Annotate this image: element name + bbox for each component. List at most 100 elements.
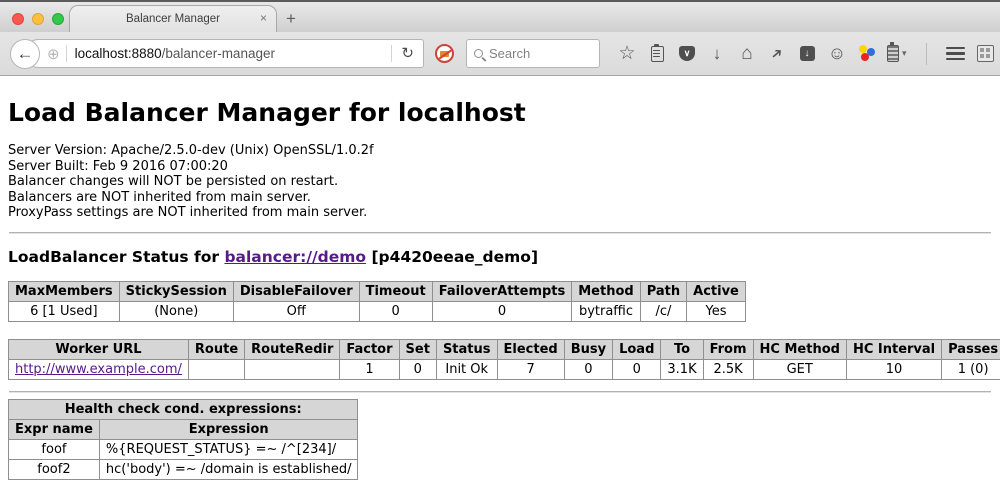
browser-window: Balancer Manager × + ← ⊕ localhost:8880/… [0, 0, 1000, 491]
table-header-row: Expr name Expression [9, 419, 358, 439]
feedback-smiley-icon[interactable]: ☺ [827, 43, 847, 65]
chevron-down-icon: ▾ [902, 48, 907, 59]
failoverattempts-value: 0 [432, 301, 572, 321]
expr-name-value: foof2 [9, 459, 100, 479]
pocket-icon[interactable]: ∨ [677, 43, 697, 65]
reading-list-icon[interactable] [647, 43, 667, 65]
to-value: 3.1K [661, 359, 703, 379]
balancer-settings-table: MaxMembers StickySession DisableFailover… [8, 281, 746, 322]
page-title: Load Balancer Manager for localhost [8, 98, 992, 127]
col-factor: Factor [340, 339, 399, 359]
set-value: 0 [399, 359, 436, 379]
browser-tab[interactable]: Balancer Manager × [69, 5, 277, 32]
col-status: Status [436, 339, 497, 359]
disablefailover-value: Off [233, 301, 359, 321]
active-value: Yes [687, 301, 746, 321]
col-method: Method [572, 281, 640, 301]
pocket-chevron-icon: ∨ [679, 46, 695, 61]
downloads-icon[interactable]: ↓ [707, 43, 727, 65]
col-expression: Expression [99, 419, 358, 439]
col-set: Set [399, 339, 436, 359]
col-maxmembers: MaxMembers [9, 281, 120, 301]
bookmark-star-icon[interactable]: ☆ [617, 43, 637, 65]
health-table-title: Health check cond. expressions: [9, 399, 358, 419]
search-bar[interactable] [466, 39, 600, 68]
tab-close-icon[interactable]: × [260, 12, 267, 24]
table-header-row: Worker URL Route RouteRedir Factor Set S… [9, 339, 1000, 359]
table-header-row: MaxMembers StickySession DisableFailover… [9, 281, 746, 301]
factor-value: 1 [340, 359, 399, 379]
addon-download-icon[interactable]: ↓ [797, 43, 817, 65]
search-icon [474, 49, 483, 58]
back-arrow-icon: ← [17, 44, 34, 64]
balancer-demo-link[interactable]: balancer://demo [224, 248, 366, 266]
routeredir-value [245, 359, 340, 379]
table-title-row: Health check cond. expressions: [9, 399, 358, 419]
table-row: 6 [1 Used] (None) Off 0 0 bytraffic /c/ … [9, 301, 746, 321]
server-info: Server Version: Apache/2.5.0-dev (Unix) … [8, 143, 992, 221]
col-elected: Elected [497, 339, 564, 359]
col-hc-method: HC Method [753, 339, 846, 359]
navigation-toolbar: ← ⊕ localhost:8880/balancer-manager ↻ ☆ … [0, 32, 1000, 76]
grid-icon [977, 45, 994, 62]
persist-notice-line: Balancer changes will NOT be persisted o… [8, 174, 992, 190]
elected-value: 7 [497, 359, 564, 379]
loadbalancer-status-heading: LoadBalancer Status for balancer://demo … [8, 248, 992, 266]
battery-extension-button[interactable]: ▾ [887, 45, 907, 62]
path-value: /c/ [640, 301, 686, 321]
worker-url-cell: http://www.example.com/ [9, 359, 189, 379]
timeout-value: 0 [359, 301, 432, 321]
hamburger-icon [946, 47, 965, 61]
col-worker-url: Worker URL [9, 339, 189, 359]
home-icon[interactable]: ⌂ [737, 43, 757, 65]
col-load: Load [613, 339, 661, 359]
url-bar-divider [66, 45, 67, 62]
menu-button[interactable] [946, 43, 966, 65]
window-controls [12, 13, 64, 25]
col-expr-name: Expr name [9, 419, 100, 439]
worker-url-link[interactable]: http://www.example.com/ [15, 362, 182, 377]
status-suffix: [p4420eeae_demo] [366, 248, 538, 266]
stickysession-value: (None) [119, 301, 233, 321]
plugin-blocked-icon[interactable] [435, 44, 454, 63]
paper-plane-icon: ➔ [767, 43, 787, 64]
method-value: bytraffic [572, 301, 640, 321]
col-disablefailover: DisableFailover [233, 281, 359, 301]
status-value: Init Ok [436, 359, 497, 379]
hc-method-value: GET [753, 359, 846, 379]
close-window-button[interactable] [12, 13, 24, 25]
zoom-window-button[interactable] [52, 13, 64, 25]
table-row: foof2 hc('body') =~ /domain is establish… [9, 459, 358, 479]
health-check-table: Health check cond. expressions: Expr nam… [8, 399, 358, 480]
section-divider [9, 391, 991, 393]
title-bar: Balancer Manager × + [0, 0, 1000, 32]
toolbar-icons: ☆ ∨ ↓ ⌂ ➔ ↓ ☺ ▾ [617, 43, 996, 65]
url-path: /balancer-manager [162, 46, 275, 61]
col-busy: Busy [564, 339, 612, 359]
extension-dots-icon[interactable] [857, 43, 877, 65]
back-button[interactable]: ← [10, 39, 40, 69]
battery-icon [887, 45, 899, 62]
page-grid-button[interactable] [976, 43, 996, 65]
col-timeout: Timeout [359, 281, 432, 301]
from-value: 2.5K [703, 359, 753, 379]
expression-value: hc('body') =~ /domain is established/ [99, 459, 358, 479]
load-value: 0 [613, 359, 661, 379]
expression-value: %{REQUEST_STATUS} =~ /^[234]/ [99, 439, 358, 459]
minimize-window-button[interactable] [32, 13, 44, 25]
search-input[interactable] [489, 46, 589, 61]
new-tab-button[interactable]: + [286, 9, 296, 29]
route-value [188, 359, 244, 379]
status-prefix: LoadBalancer Status for [8, 248, 224, 266]
passes-value: 1 (0) [942, 359, 1000, 379]
url-text[interactable]: localhost:8880/balancer-manager [75, 46, 392, 61]
col-stickysession: StickySession [119, 281, 233, 301]
send-tab-icon[interactable]: ➔ [767, 43, 787, 65]
proxypass-notice-line: ProxyPass settings are NOT inherited fro… [8, 205, 992, 221]
col-path: Path [640, 281, 686, 301]
col-hc-interval: HC Interval [846, 339, 941, 359]
section-divider [9, 232, 991, 234]
url-bar[interactable]: ⊕ localhost:8880/balancer-manager ↻ [24, 39, 424, 68]
col-failoverattempts: FailoverAttempts [432, 281, 572, 301]
reload-button[interactable]: ↻ [391, 45, 423, 62]
